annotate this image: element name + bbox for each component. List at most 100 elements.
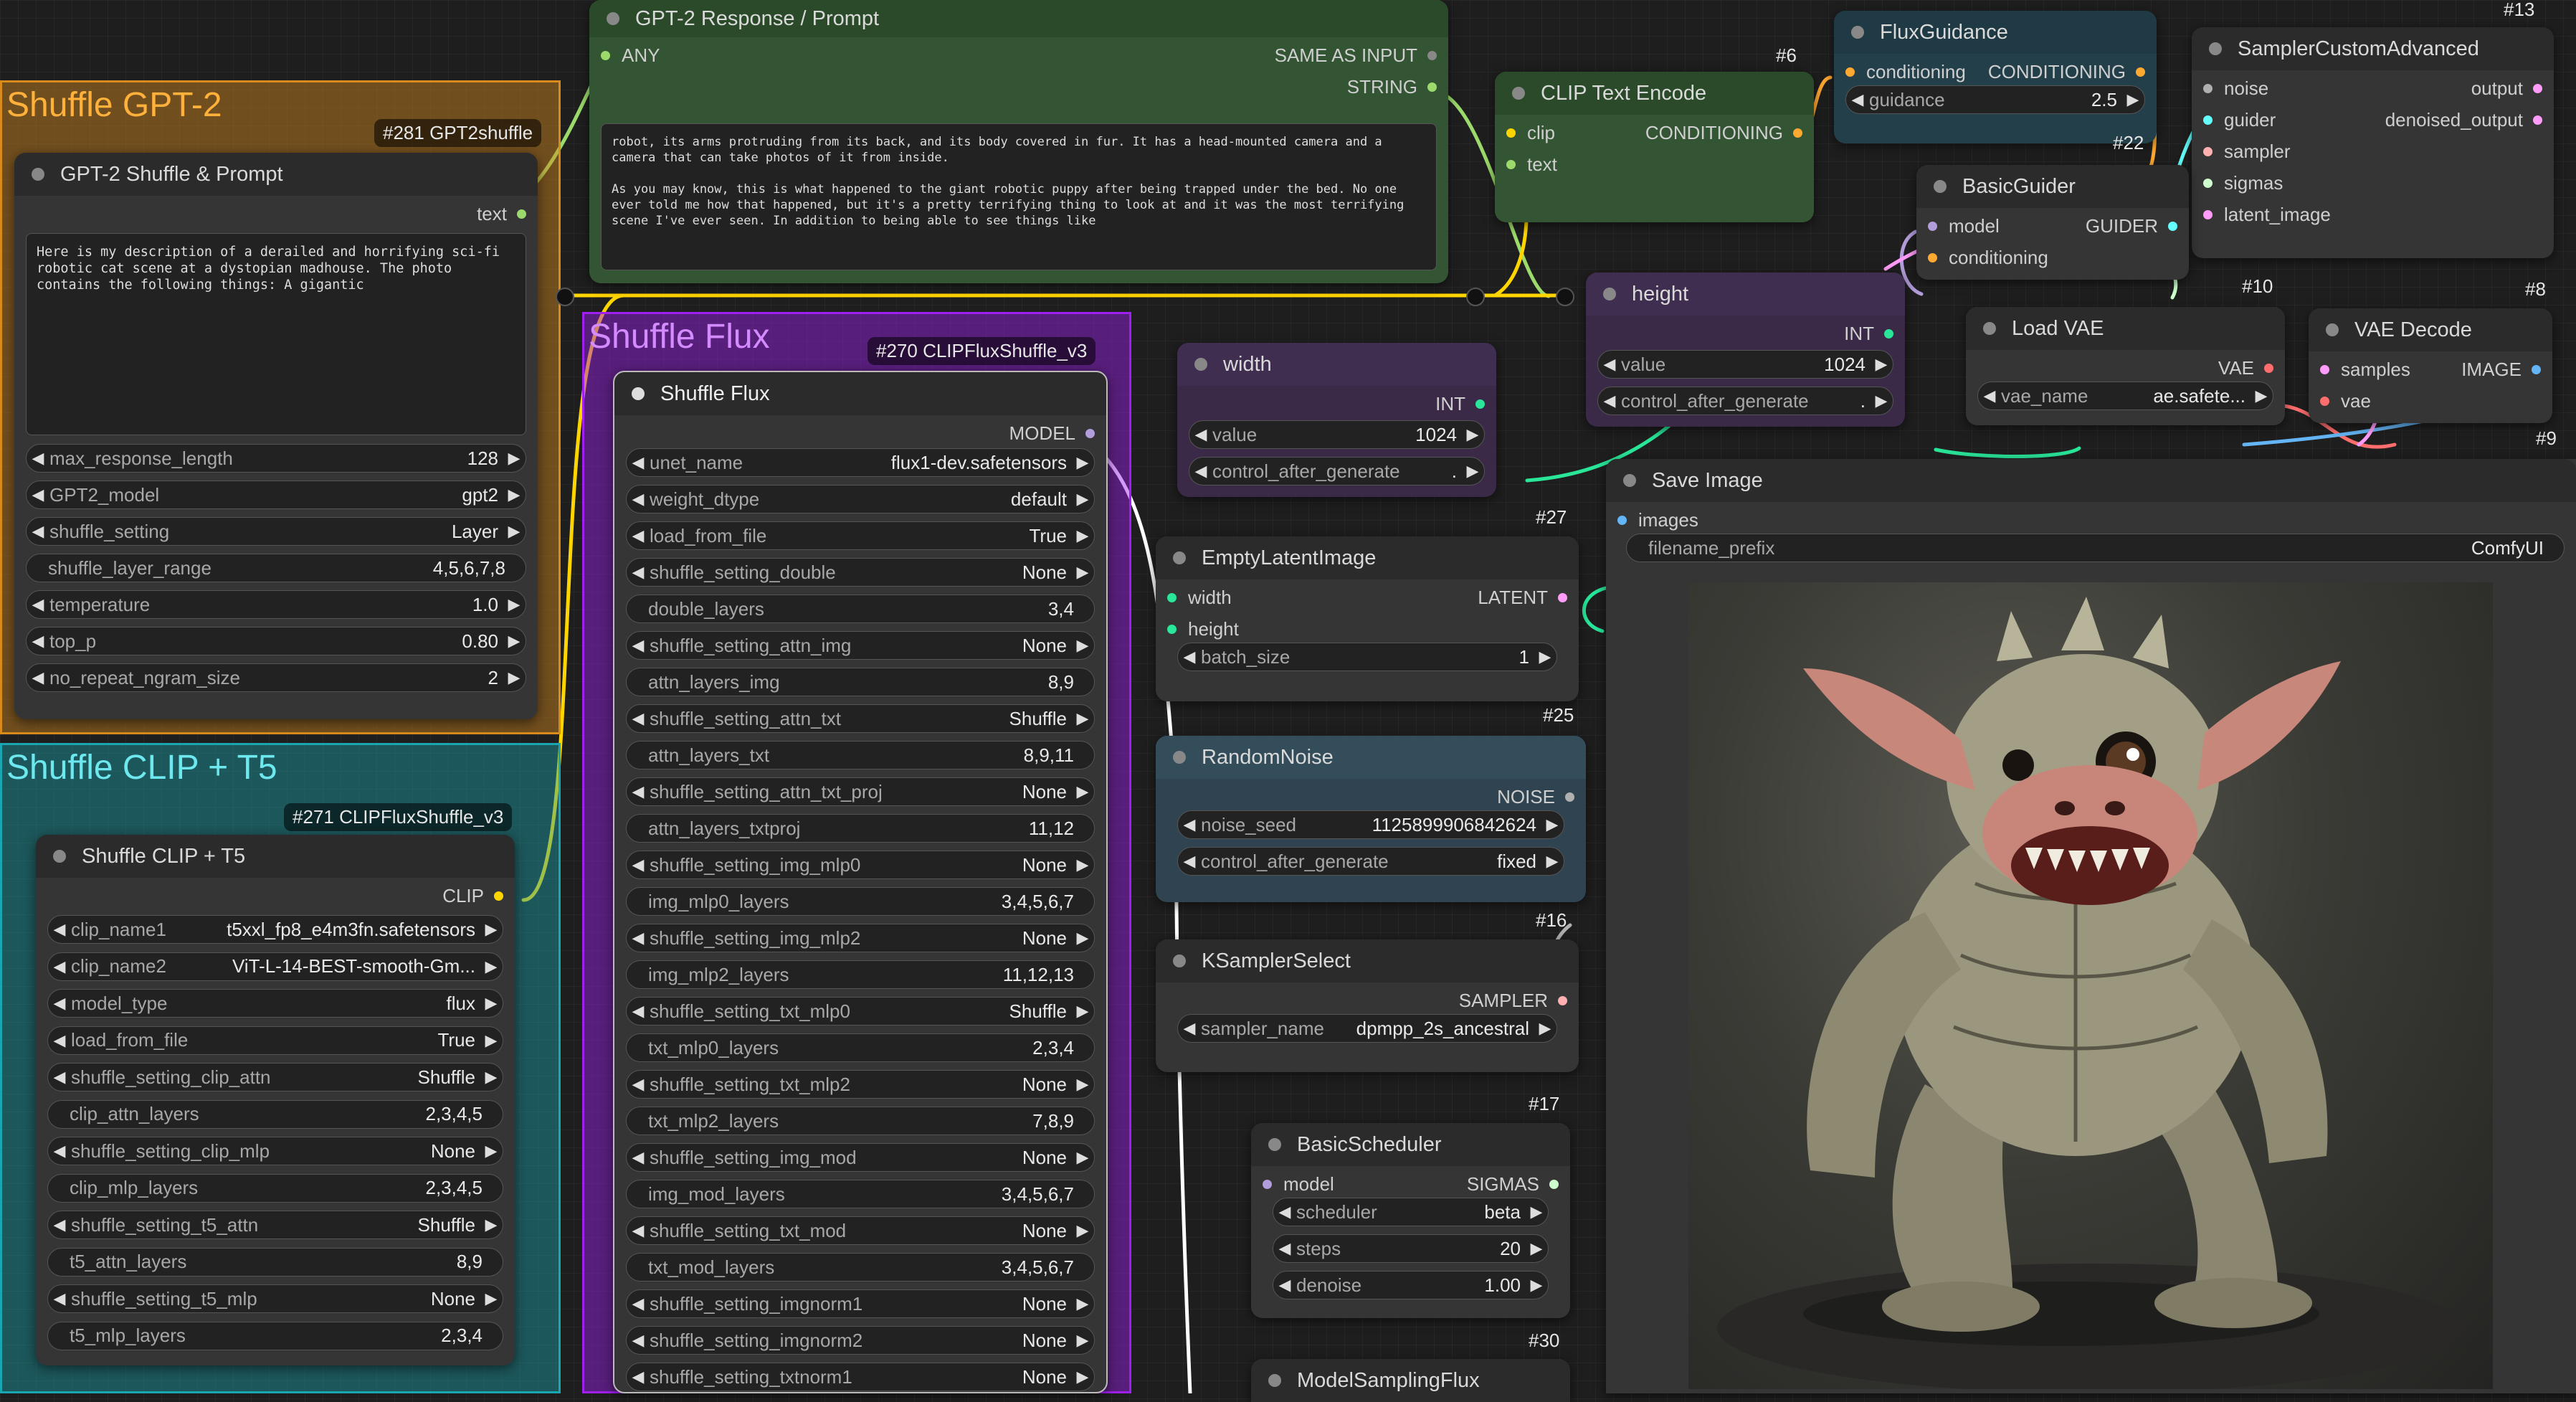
input-noise-dot[interactable] [2203,84,2213,93]
increment-arrow-icon[interactable]: ▶ [1071,1075,1094,1094]
filename-prefix-widget[interactable]: filename_prefix ComfyUI [1626,534,2565,562]
input-height-dot[interactable] [1167,625,1177,634]
decrement-arrow-icon[interactable]: ◀ [627,782,650,801]
input-latent-dot[interactable] [2203,210,2213,219]
widget-no-repeat-ngram-size[interactable]: ◀ no_repeat_ngram_size 2 ▶ [26,663,526,692]
widget-double-layers[interactable]: double_layers 3,4 [626,595,1095,623]
increment-arrow-icon[interactable]: ▶ [1525,1239,1548,1258]
output-int-slot[interactable]: INT [1844,323,1893,345]
decrement-arrow-icon[interactable]: ◀ [48,1216,71,1234]
increment-arrow-icon[interactable]: ▶ [1525,1276,1548,1294]
widget-clip-attn-layers[interactable]: clip_attn_layers 2,3,4,5 [47,1099,503,1129]
input-conditioning-dot[interactable] [1845,67,1855,77]
collapse-dot[interactable] [1194,358,1207,371]
increment-arrow-icon[interactable]: ▶ [1071,929,1094,947]
widget-load-from-file[interactable]: ◀ load_from_file True ▶ [47,1026,503,1055]
load-vae-node[interactable]: Load VAE VAE ◀ vae_name ae.safete... ▶ [1966,307,2285,425]
collapse-dot[interactable] [1512,87,1525,100]
collapse-dot[interactable] [2326,323,2339,336]
node-header[interactable]: BasicScheduler [1251,1123,1570,1166]
decrement-arrow-icon[interactable]: ◀ [1178,648,1201,666]
basic-scheduler-node[interactable]: BasicScheduler model SIGMAS ◀ scheduler be… [1251,1123,1570,1318]
increment-arrow-icon[interactable]: ▶ [1525,1203,1548,1221]
increment-arrow-icon[interactable]: ▶ [1071,526,1094,545]
reroute-node[interactable] [1466,288,1485,306]
widget-value[interactable]: ◀ value 1024 ▶ [1597,350,1893,379]
increment-arrow-icon[interactable]: ▶ [503,449,526,468]
output-sampler-slot[interactable]: SAMPLER [1459,990,1567,1012]
decrement-arrow-icon[interactable]: ◀ [627,636,650,655]
output-conditioning-dot[interactable] [2136,67,2145,77]
decrement-arrow-icon[interactable]: ◀ [627,1221,650,1240]
height-node[interactable]: height INT ◀ value 1024 ▶ ◀ control_after_gen… [1586,273,1905,427]
save-image-node[interactable]: Save Image images filename_prefix ComfyU… [1606,459,2576,1393]
decrement-arrow-icon[interactable]: ◀ [627,1075,650,1094]
widget-attn-layers-txtproj[interactable]: attn_layers_txtproj 11,12 [626,814,1095,843]
next-arrow-icon[interactable]: ▶ [2250,387,2273,405]
widget-t5-mlp-layers[interactable]: t5_mlp_layers 2,3,4 [47,1321,503,1350]
width-node[interactable]: width INT ◀ value 1024 ▶ ◀ control_after_gene… [1177,343,1496,497]
node-header[interactable]: GPT-2 Response / Prompt [589,0,1448,37]
widget-img-mod-layers[interactable]: img_mod_layers 3,4,5,6,7 [626,1180,1095,1208]
input-conditioning-dot[interactable] [1928,253,1937,262]
node-header[interactable]: KSamplerSelect [1156,939,1579,982]
vae-name-widget[interactable]: ◀ vae_name ae.safete... ▶ [1977,382,2273,410]
widget-shuffle-setting-img-mlp0[interactable]: ◀ shuffle_setting_img_mlp0 None ▶ [626,851,1095,879]
decrement-arrow-icon[interactable]: ◀ [27,668,49,687]
output-conditioning-slot[interactable]: CONDITIONING [1645,122,1802,144]
increment-arrow-icon[interactable]: ▶ [1071,709,1094,728]
prev-arrow-icon[interactable]: ◀ [1978,387,2001,405]
decrement-arrow-icon[interactable]: ◀ [48,1031,71,1050]
node-header[interactable]: height [1586,273,1905,316]
output-denoised-dot[interactable] [2533,115,2542,125]
output-text-slot[interactable]: text [477,203,526,225]
input-any-slot[interactable]: ANY [601,44,660,67]
output-same-dot[interactable] [1427,51,1437,60]
decrement-arrow-icon[interactable]: ◀ [627,1148,650,1167]
flux-guidance-node[interactable]: FluxGuidance conditioning CONDITIONING ◀… [1834,11,2157,143]
input-any-dot[interactable] [601,51,610,60]
collapse-dot[interactable] [32,168,44,181]
input-sampler-slot[interactable]: sampler [2203,141,2290,163]
input-width-slot[interactable]: width [1167,587,1232,609]
widget-shuffle-setting-attn-img[interactable]: ◀ shuffle_setting_attn_img None ▶ [626,631,1095,660]
widget-t5-attn-layers[interactable]: t5_attn_layers 8,9 [47,1247,503,1277]
input-height-slot[interactable]: height [1167,618,1239,640]
increment-arrow-icon[interactable]: ▶ [1870,355,1893,374]
ksampler-select-node[interactable]: KSamplerSelect SAMPLER ◀ sampler_name dp… [1156,939,1579,1072]
next-arrow-icon[interactable]: ▶ [1534,1019,1556,1038]
output-guider-slot[interactable]: GUIDER [2086,215,2177,237]
widget-img-mlp0-layers[interactable]: img_mlp0_layers 3,4,5,6,7 [626,887,1095,916]
widget-shuffle-setting-txt-mlp0[interactable]: ◀ shuffle_setting_txt_mlp0 Shuffle ▶ [626,997,1095,1026]
node-header[interactable]: SamplerCustomAdvanced [2192,27,2554,70]
widget-load-from-file[interactable]: ◀ load_from_file True ▶ [626,521,1095,550]
increment-arrow-icon[interactable]: ▶ [1071,453,1094,472]
widget-shuffle-setting-attn-txt[interactable]: ◀ shuffle_setting_attn_txt Shuffle ▶ [626,704,1095,733]
widget-steps[interactable]: ◀ steps 20 ▶ [1273,1234,1549,1263]
decrement-arrow-icon[interactable]: ◀ [627,453,650,472]
widget-attn-layers-txt[interactable]: attn_layers_txt 8,9,11 [626,741,1095,769]
increment-arrow-icon[interactable]: ▶ [503,486,526,504]
vae-decode-node[interactable]: VAE Decode samples IMAGE vae [2309,308,2552,423]
input-width-dot[interactable] [1167,593,1177,602]
widget-shuffle-setting-imgnorm2[interactable]: ◀ shuffle_setting_imgnorm2 None ▶ [626,1326,1095,1355]
decrement-arrow-icon[interactable]: ◀ [1598,355,1621,374]
decrement-arrow-icon[interactable]: ◀ [1273,1239,1296,1258]
increment-arrow-icon[interactable]: ▶ [503,668,526,687]
decrement-arrow-icon[interactable]: ◀ [27,449,49,468]
output-string-slot[interactable]: STRING [1347,76,1437,98]
decrement-arrow-icon[interactable]: ◀ [627,1368,650,1386]
input-images-dot[interactable] [1617,516,1627,525]
input-sigmas-slot[interactable]: sigmas [2203,172,2283,194]
input-model-dot[interactable] [1263,1180,1272,1189]
decrement-arrow-icon[interactable]: ◀ [27,522,49,541]
collapse-dot[interactable] [1623,474,1636,487]
widget-shuffle-setting-txtnorm1[interactable]: ◀ shuffle_setting_txtnorm1 None ▶ [626,1363,1095,1391]
widget-shuffle-layer-range[interactable]: shuffle_layer_range 4,5,6,7,8 [26,554,526,582]
widget-top-p[interactable]: ◀ top_p 0.80 ▶ [26,627,526,655]
increment-arrow-icon[interactable]: ▶ [1071,1148,1094,1167]
increment-arrow-icon[interactable]: ▶ [1071,1368,1094,1386]
decrement-arrow-icon[interactable]: ◀ [627,1002,650,1020]
widget-unet-name[interactable]: ◀ unet_name flux1-dev.safetensors ▶ [626,448,1095,477]
node-header[interactable]: Shuffle CLIP + T5 [36,835,515,878]
